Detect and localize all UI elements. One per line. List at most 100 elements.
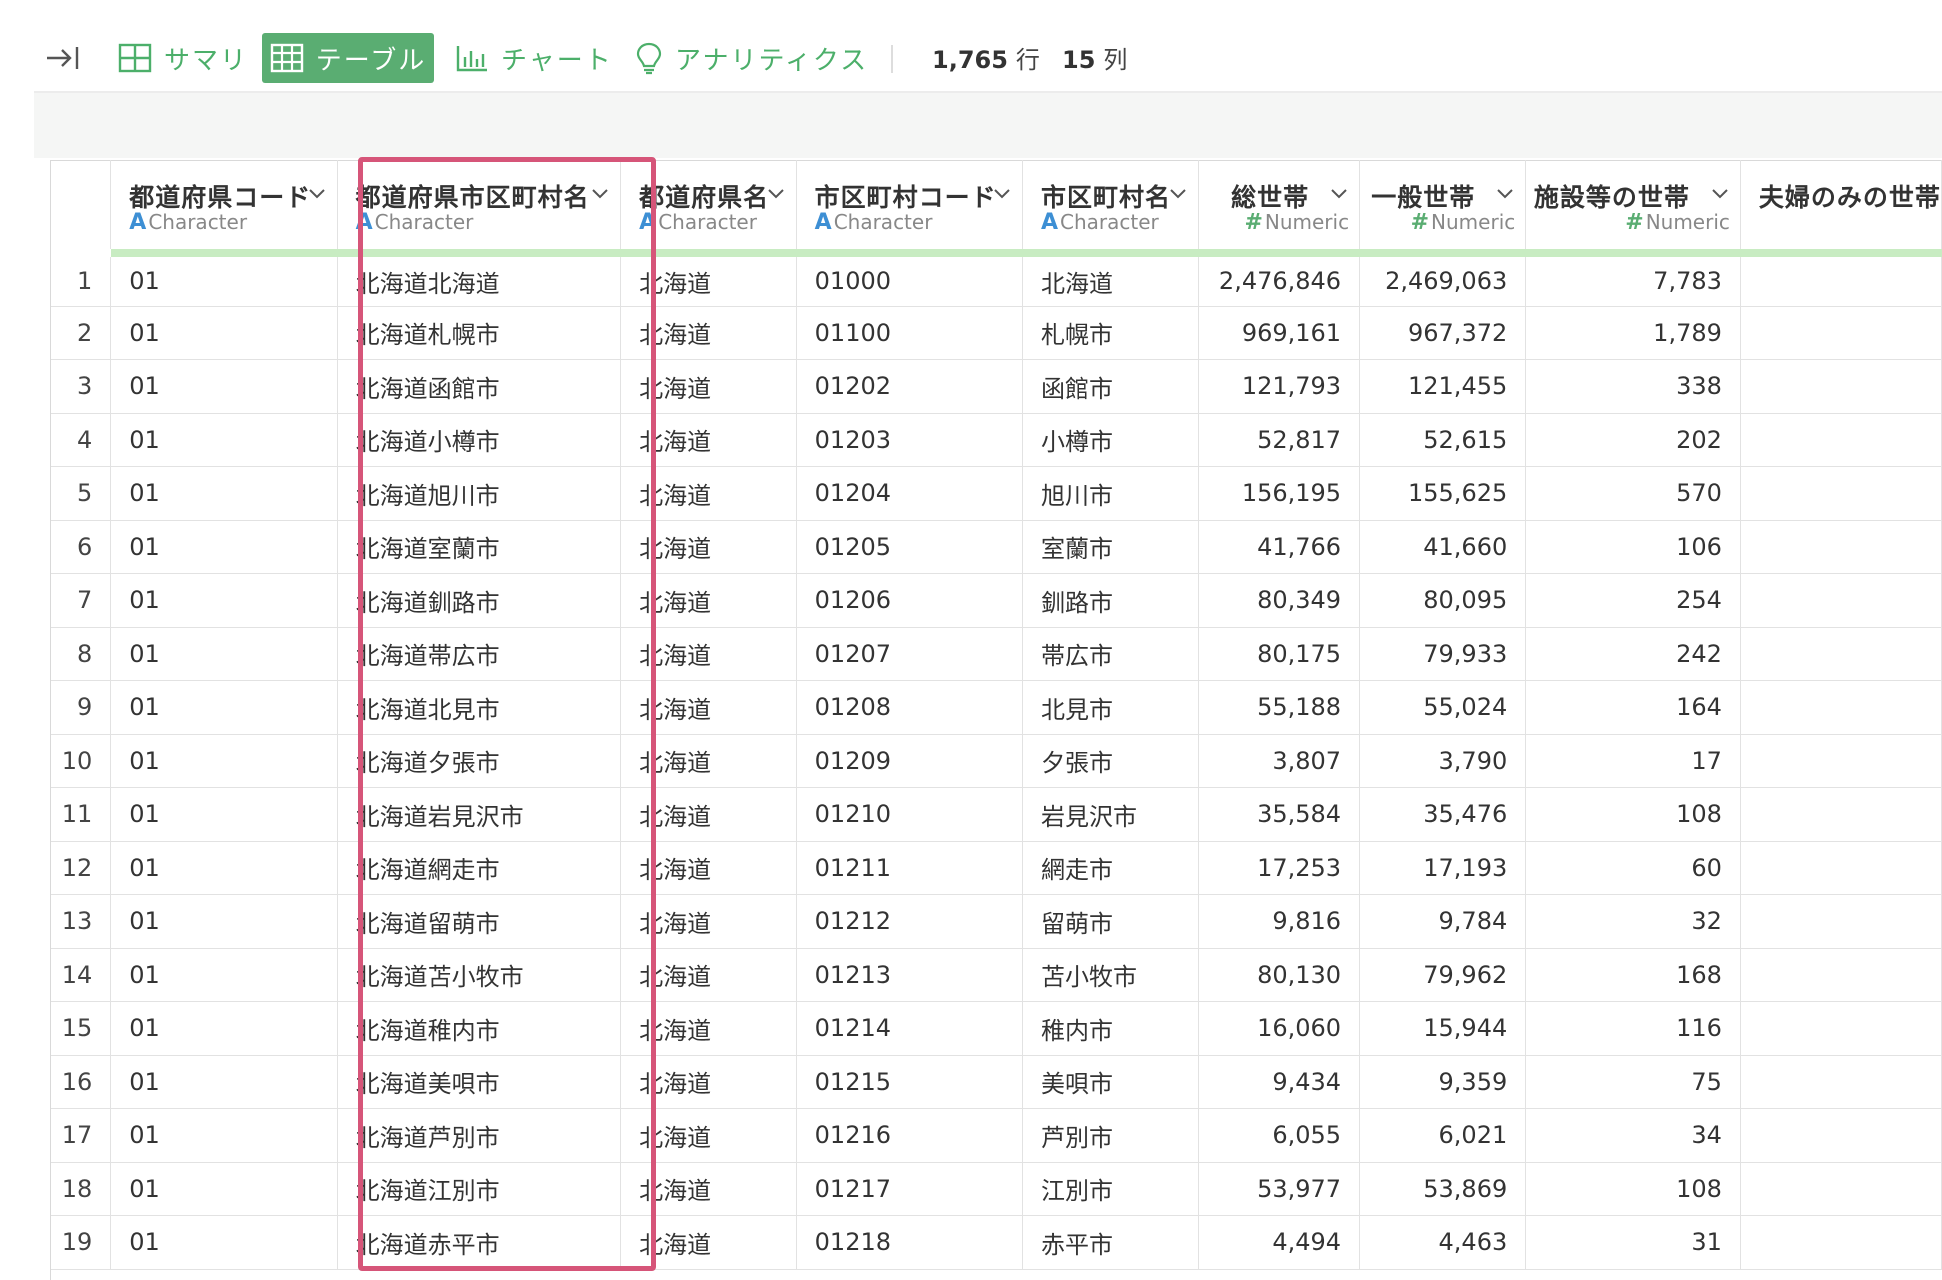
- table-cell[interactable]: [1740, 1215, 1942, 1270]
- table-cell[interactable]: 北海道: [620, 573, 797, 628]
- table-cell[interactable]: 北海道旭川市: [337, 466, 622, 521]
- table-cell[interactable]: 北海道: [1022, 252, 1200, 307]
- table-cell[interactable]: 9,434: [1198, 1055, 1361, 1109]
- table-cell[interactable]: 01: [110, 787, 338, 842]
- table-cell[interactable]: 北海道室蘭市: [337, 520, 622, 574]
- table-cell[interactable]: 01: [110, 841, 338, 895]
- table-cell[interactable]: 79,933: [1359, 627, 1527, 681]
- table-cell[interactable]: 80,175: [1198, 627, 1361, 681]
- table-cell[interactable]: 01206: [796, 573, 1023, 628]
- table-cell[interactable]: 01218: [796, 1215, 1023, 1270]
- table-cell[interactable]: 美唄市: [1022, 1055, 1200, 1109]
- table-cell[interactable]: 北海道北海道: [337, 252, 622, 307]
- table-cell[interactable]: 北海道芦別市: [337, 1108, 622, 1163]
- table-cell[interactable]: 芦別市: [1022, 1108, 1200, 1163]
- column-header[interactable]: 夫婦のみの世帯: [1740, 160, 1942, 257]
- table-cell[interactable]: 01100: [796, 306, 1023, 360]
- column-header[interactable]: 総世帯 # Numeric: [1198, 160, 1361, 257]
- table-cell[interactable]: 札幌市: [1022, 306, 1200, 360]
- table-cell[interactable]: [1740, 466, 1942, 521]
- table-cell[interactable]: 3,790: [1359, 734, 1527, 788]
- table-cell[interactable]: 79,962: [1359, 948, 1527, 1002]
- table-cell[interactable]: 31: [1525, 1215, 1741, 1270]
- table-cell[interactable]: 北海道: [620, 627, 797, 681]
- table-cell[interactable]: 01211: [796, 841, 1023, 895]
- chevron-down-icon[interactable]: [992, 183, 1012, 203]
- table-cell[interactable]: 夕張市: [1022, 734, 1200, 788]
- table-cell[interactable]: 北海道留萌市: [337, 894, 622, 949]
- table-cell[interactable]: 01212: [796, 894, 1023, 949]
- tab-table[interactable]: テーブル: [262, 33, 434, 83]
- table-cell[interactable]: 164: [1525, 680, 1741, 735]
- chevron-down-icon[interactable]: [590, 183, 610, 203]
- column-header[interactable]: 市区町村コード A Character: [796, 160, 1023, 257]
- table-cell[interactable]: 釧路市: [1022, 573, 1200, 628]
- table-cell[interactable]: 北海道: [620, 466, 797, 521]
- table-cell[interactable]: 4,494: [1198, 1215, 1361, 1270]
- table-cell[interactable]: 121,455: [1359, 359, 1527, 414]
- table-cell[interactable]: 202: [1525, 413, 1741, 467]
- table-cell[interactable]: 17,193: [1359, 841, 1527, 895]
- table-cell[interactable]: 55,024: [1359, 680, 1527, 735]
- chevron-down-icon[interactable]: [1329, 183, 1349, 203]
- table-cell[interactable]: 北海道: [620, 1055, 797, 1109]
- table-cell[interactable]: [1740, 359, 1942, 414]
- tab-chart[interactable]: チャート: [455, 33, 613, 83]
- table-cell[interactable]: [1740, 252, 1942, 307]
- table-cell[interactable]: 01213: [796, 948, 1023, 1002]
- chevron-down-icon[interactable]: [1495, 183, 1515, 203]
- table-cell[interactable]: [1740, 680, 1942, 735]
- table-cell[interactable]: 01: [110, 1108, 338, 1163]
- table-cell[interactable]: 254: [1525, 573, 1741, 628]
- table-cell[interactable]: 01207: [796, 627, 1023, 681]
- table-cell[interactable]: 北海道: [620, 306, 797, 360]
- table-cell[interactable]: 01208: [796, 680, 1023, 735]
- table-cell[interactable]: 967,372: [1359, 306, 1527, 360]
- table-cell[interactable]: 41,766: [1198, 520, 1361, 574]
- table-cell[interactable]: 01: [110, 573, 338, 628]
- table-cell[interactable]: 北海道: [620, 1108, 797, 1163]
- table-cell[interactable]: 9,816: [1198, 894, 1361, 949]
- table-cell[interactable]: 北海道: [620, 787, 797, 842]
- table-cell[interactable]: 留萌市: [1022, 894, 1200, 949]
- table-cell[interactable]: 01: [110, 627, 338, 681]
- table-cell[interactable]: 108: [1525, 1162, 1741, 1216]
- table-cell[interactable]: 01: [110, 413, 338, 467]
- table-cell[interactable]: 01: [110, 359, 338, 414]
- chevron-down-icon[interactable]: [1168, 183, 1188, 203]
- table-cell[interactable]: 北海道岩見沢市: [337, 787, 622, 842]
- table-cell[interactable]: 北海道: [620, 1162, 797, 1216]
- table-cell[interactable]: 80,130: [1198, 948, 1361, 1002]
- table-cell[interactable]: 01: [110, 894, 338, 949]
- table-cell[interactable]: 168: [1525, 948, 1741, 1002]
- table-cell[interactable]: 01215: [796, 1055, 1023, 1109]
- table-cell[interactable]: 570: [1525, 466, 1741, 521]
- column-header[interactable]: 市区町村名 A Character: [1022, 160, 1200, 257]
- table-cell[interactable]: 北海道: [620, 413, 797, 467]
- table-cell[interactable]: 北海道: [620, 894, 797, 949]
- table-cell[interactable]: 01214: [796, 1001, 1023, 1056]
- table-cell[interactable]: 01205: [796, 520, 1023, 574]
- table-cell[interactable]: 北海道: [620, 359, 797, 414]
- table-cell[interactable]: 17: [1525, 734, 1741, 788]
- table-cell[interactable]: 338: [1525, 359, 1741, 414]
- table-cell[interactable]: 75: [1525, 1055, 1741, 1109]
- column-header[interactable]: 施設等の世帯 # Numeric: [1525, 160, 1741, 257]
- table-cell[interactable]: 北海道美唄市: [337, 1055, 622, 1109]
- chevron-down-icon[interactable]: [1710, 183, 1730, 203]
- table-cell[interactable]: 北海道: [620, 680, 797, 735]
- table-cell[interactable]: 01204: [796, 466, 1023, 521]
- table-cell[interactable]: 155,625: [1359, 466, 1527, 521]
- table-cell[interactable]: 35,584: [1198, 787, 1361, 842]
- chevron-down-icon[interactable]: [766, 183, 786, 203]
- table-cell[interactable]: 80,095: [1359, 573, 1527, 628]
- table-cell[interactable]: 赤平市: [1022, 1215, 1200, 1270]
- table-cell[interactable]: 3,807: [1198, 734, 1361, 788]
- table-cell[interactable]: 01: [110, 1215, 338, 1270]
- table-cell[interactable]: 52,615: [1359, 413, 1527, 467]
- table-cell[interactable]: [1740, 1162, 1942, 1216]
- table-cell[interactable]: 北海道北見市: [337, 680, 622, 735]
- table-cell[interactable]: 北海道: [620, 520, 797, 574]
- chevron-down-icon[interactable]: [307, 183, 327, 203]
- tab-analytics[interactable]: アナリティクス: [635, 33, 868, 83]
